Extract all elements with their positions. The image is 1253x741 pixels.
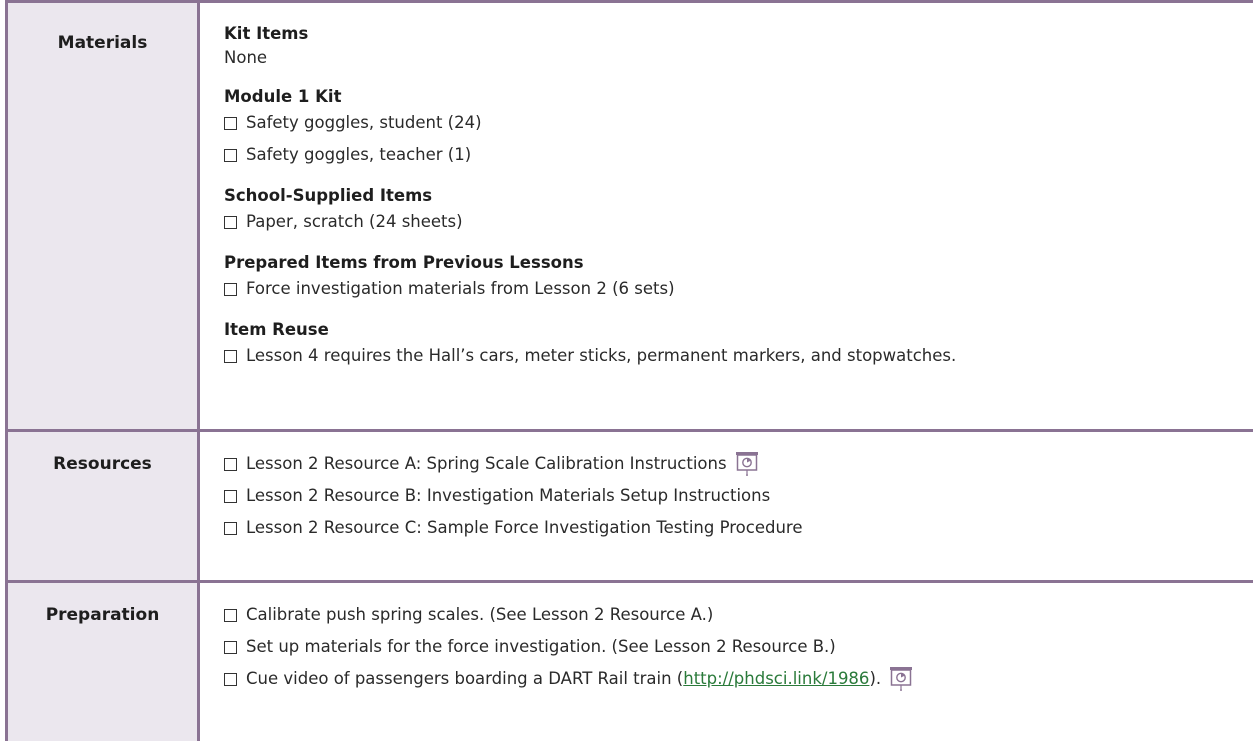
kit-items-section: Kit Items None [224, 23, 1253, 72]
section-title: Item Reuse [224, 320, 329, 339]
checklist-item: Force investigation materials from Lesso… [224, 273, 1253, 305]
section-title: Kit Items [224, 24, 309, 43]
lesson-materials-table: Materials Kit Items None Module 1 Kit Sa… [5, 0, 1253, 741]
checkbox[interactable] [224, 116, 237, 130]
checkbox[interactable] [224, 608, 237, 622]
resources-label: Resources [5, 432, 200, 580]
item-reuse-section: Item Reuse Lesson 4 requires the Hall’s … [224, 319, 1253, 372]
materials-row: Materials Kit Items None Module 1 Kit Sa… [5, 0, 1253, 429]
checklist-item: Lesson 2 Resource B: Investigation Mater… [224, 480, 1253, 512]
checkbox[interactable] [224, 148, 237, 162]
resources-content: Lesson 2 Resource A: Spring Scale Calibr… [200, 432, 1253, 580]
materials-content: Kit Items None Module 1 Kit Safety goggl… [200, 3, 1253, 429]
checkbox[interactable] [224, 457, 237, 471]
checkbox[interactable] [224, 489, 237, 503]
checklist-item: Safety goggles, teacher (1) [224, 139, 1253, 171]
checklist-item: Paper, scratch (24 sheets) [224, 206, 1253, 238]
checklist-item: Lesson 2 Resource A: Spring Scale Calibr… [224, 448, 1253, 480]
module-kit-section: Module 1 Kit Safety goggles, student (24… [224, 86, 1253, 171]
checkbox[interactable] [224, 349, 237, 363]
materials-label: Materials [5, 3, 200, 429]
checklist-item: Calibrate push spring scales. (See Lesso… [224, 599, 1253, 631]
resources-row: Resources Lesson 2 Resource A: Spring Sc… [5, 429, 1253, 580]
projector-screen-icon [890, 667, 913, 691]
kit-items-value: None [224, 48, 268, 67]
section-title: Prepared Items from Previous Lessons [224, 253, 584, 272]
checklist-item: Lesson 2 Resource C: Sample Force Invest… [224, 512, 1253, 544]
preparation-label: Preparation [5, 583, 200, 741]
checkbox[interactable] [224, 640, 237, 654]
preparation-content: Calibrate push spring scales. (See Lesso… [200, 583, 1253, 741]
checkbox[interactable] [224, 215, 237, 229]
checkbox[interactable] [224, 521, 237, 535]
checkbox[interactable] [224, 672, 237, 686]
checkbox[interactable] [224, 282, 237, 296]
school-supplied-section: School-Supplied Items Paper, scratch (24… [224, 185, 1253, 238]
preparation-row: Preparation Calibrate push spring scales… [5, 580, 1253, 741]
video-link[interactable]: http://phdsci.link/1986 [683, 663, 869, 695]
checklist-item: Safety goggles, student (24) [224, 107, 1253, 139]
section-title: School-Supplied Items [224, 186, 433, 205]
checklist-item: Lesson 4 requires the Hall’s cars, meter… [224, 340, 1253, 372]
checklist-item: Set up materials for the force investiga… [224, 631, 1253, 663]
section-title: Module 1 Kit [224, 87, 342, 106]
checklist-item: Cue video of passengers boarding a DART … [224, 663, 1253, 695]
prepared-items-section: Prepared Items from Previous Lessons For… [224, 252, 1253, 305]
projector-screen-icon [735, 452, 758, 476]
